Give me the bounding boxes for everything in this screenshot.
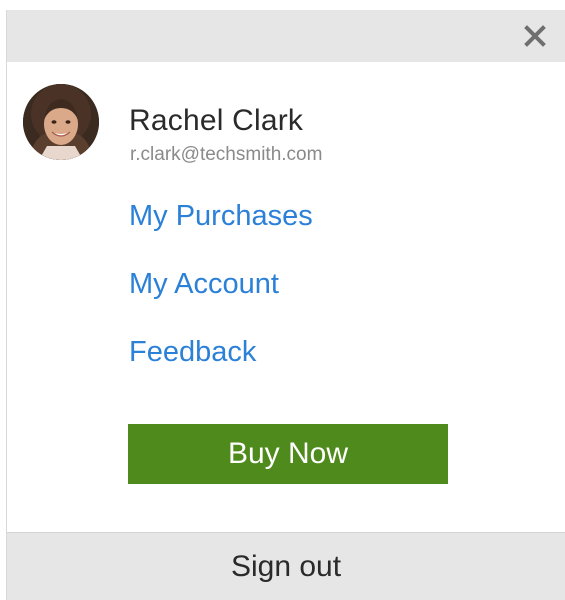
buy-now-button[interactable]: Buy Now	[128, 424, 448, 484]
user-name: Rachel Clark	[129, 104, 304, 137]
user-email: r.clark@techsmith.com	[130, 144, 323, 165]
avatar	[23, 84, 99, 160]
popup-titlebar	[7, 10, 565, 62]
popup-footer: Sign out	[7, 532, 565, 600]
close-icon	[524, 25, 546, 47]
account-popup: Rachel Clark r.clark@techsmith.com My Pu…	[6, 10, 565, 600]
feedback-link[interactable]: Feedback	[129, 336, 256, 369]
my-purchases-link[interactable]: My Purchases	[129, 200, 313, 233]
my-account-link[interactable]: My Account	[129, 268, 279, 301]
close-button[interactable]	[523, 24, 547, 48]
sign-out-button[interactable]: Sign out	[7, 533, 565, 600]
user-avatar-photo	[23, 84, 99, 160]
